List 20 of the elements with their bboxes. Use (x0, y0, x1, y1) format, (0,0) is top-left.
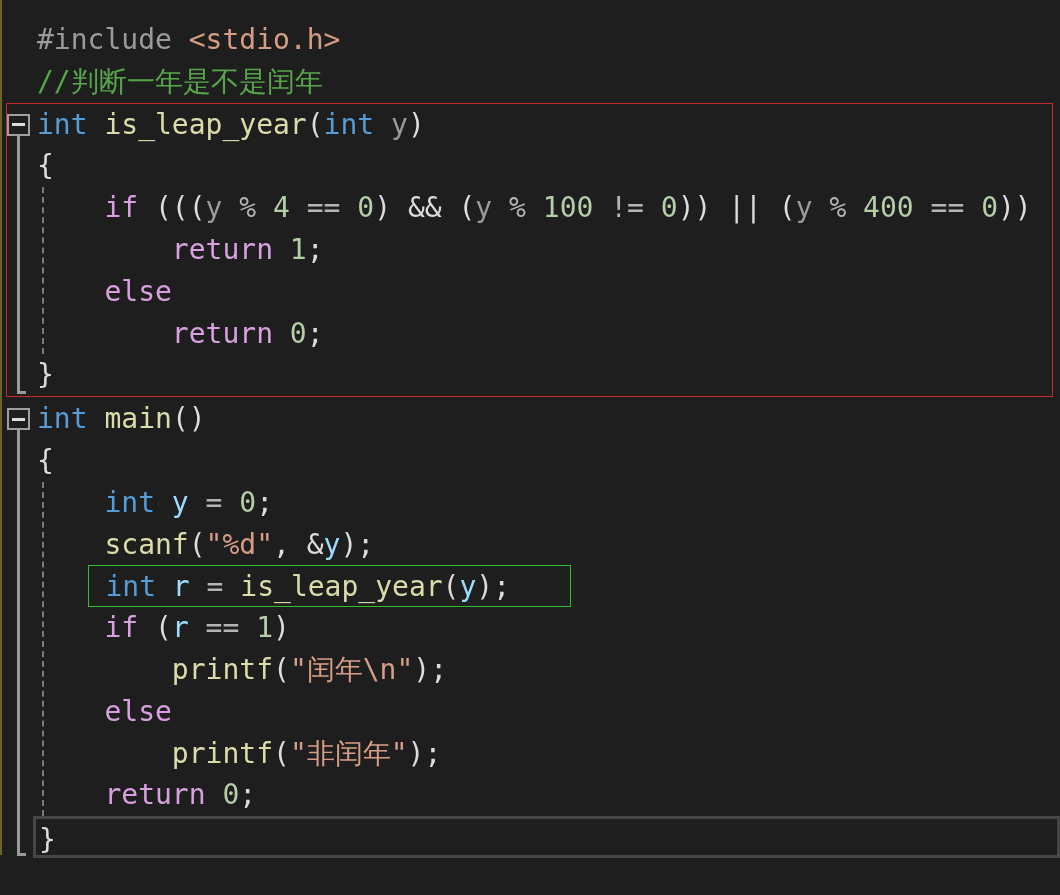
code-line: else (103, 693, 173, 730)
code-line: if (r == 1) (103, 610, 291, 647)
code-line: printf("非闰年"); (170, 735, 443, 772)
code-line: { (37, 148, 55, 185)
code-line: { (37, 442, 55, 479)
code-line: return 0; (170, 315, 325, 352)
collapse-icon[interactable] (7, 408, 30, 431)
code-line: int main() (37, 401, 207, 438)
code-line: return 0; (103, 777, 258, 814)
code-line: scanf("%d", &y); (103, 526, 376, 563)
collapse-icon[interactable] (7, 113, 30, 136)
code-line: //判断一年是不是闰年 (36, 63, 324, 100)
code-line: int is_leap_year(int y) (37, 106, 426, 143)
code-line: #include <stdio.h> (36, 22, 342, 58)
code-line: else (103, 273, 173, 310)
code-line: if (((y % 4 == 0) && (y % 100 != 0)) || (y % 400 == 0)) (103, 190, 1033, 227)
code-line: printf("闰年\n"); (170, 651, 449, 688)
code-line: int y = 0; (103, 484, 275, 521)
code-line: } (37, 357, 55, 394)
code-line: return 1; (170, 232, 325, 268)
